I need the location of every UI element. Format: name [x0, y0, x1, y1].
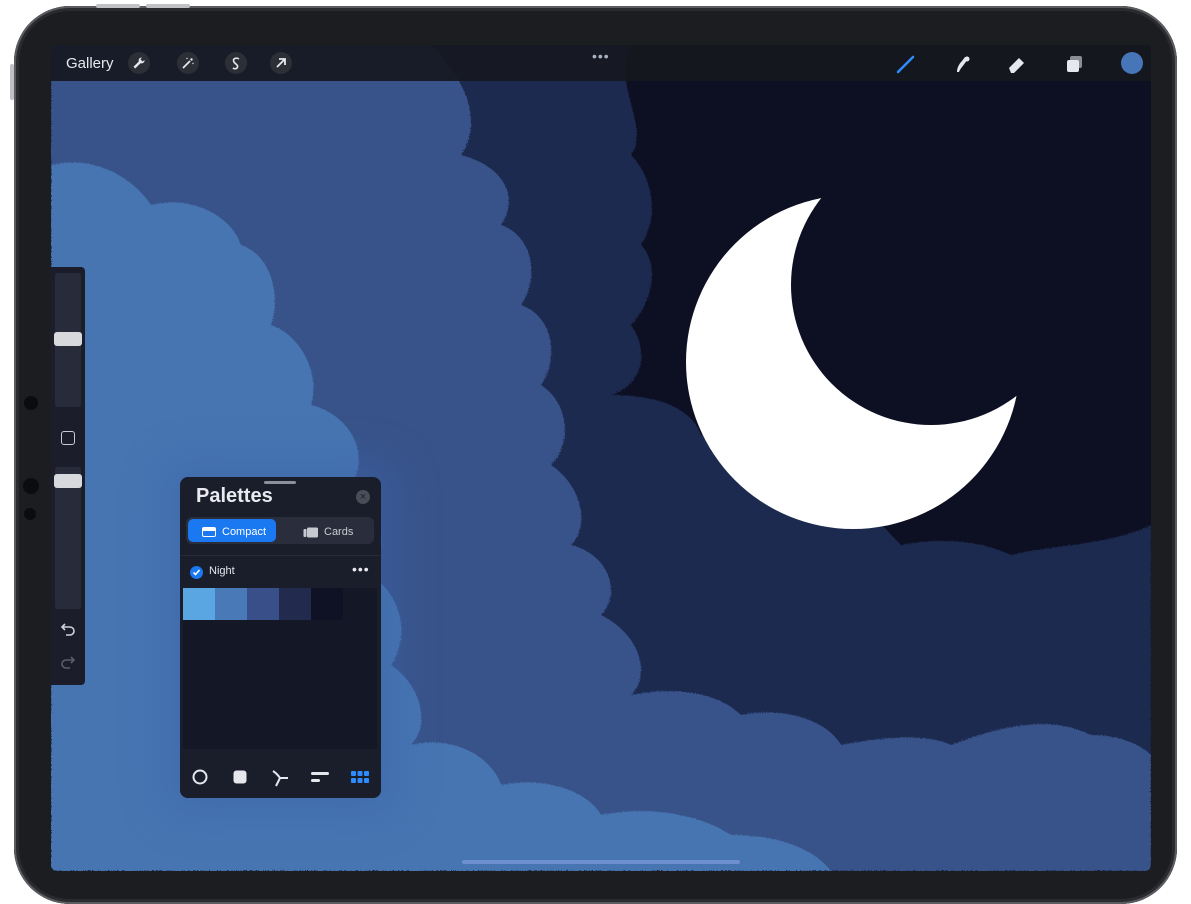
- color-button[interactable]: [1121, 52, 1143, 74]
- camera-dot: [24, 396, 38, 410]
- layers-icon[interactable]: [1063, 52, 1087, 76]
- compact-icon: [202, 527, 216, 537]
- color-mode-tabs: [180, 753, 381, 798]
- more-dots-icon[interactable]: •••: [592, 48, 610, 64]
- redo-icon[interactable]: [60, 655, 76, 669]
- volume-button: [146, 4, 190, 8]
- undo-icon[interactable]: [60, 622, 76, 636]
- harmony-icon[interactable]: [271, 769, 289, 787]
- eraser-icon[interactable]: [1005, 52, 1029, 76]
- top-toolbar: Gallery •••: [51, 45, 1151, 81]
- palette-more-icon[interactable]: •••: [352, 561, 370, 577]
- tab-cards[interactable]: Cards: [278, 519, 372, 542]
- modify-button[interactable]: [61, 431, 75, 445]
- selection-icon: [232, 57, 240, 70]
- swatch[interactable]: [247, 588, 279, 620]
- palette-name: Night: [209, 565, 235, 577]
- tab-cards-label: Cards: [324, 526, 354, 538]
- divider: [180, 555, 381, 556]
- volume-button: [96, 4, 140, 8]
- swatch[interactable]: [183, 588, 215, 620]
- cards-icon: [303, 527, 318, 538]
- swatch[interactable]: [215, 588, 247, 620]
- power-button: [10, 64, 14, 100]
- brush-size-thumb[interactable]: [54, 332, 82, 346]
- swatch[interactable]: [311, 588, 343, 620]
- camera-dot: [23, 478, 39, 494]
- opacity-thumb[interactable]: [54, 474, 82, 488]
- smudge-icon[interactable]: [950, 52, 974, 76]
- home-indicator[interactable]: [462, 860, 740, 864]
- tab-compact[interactable]: Compact: [188, 519, 276, 542]
- swatch[interactable]: [279, 588, 311, 620]
- default-check-icon[interactable]: [190, 566, 203, 579]
- transform-button[interactable]: [270, 52, 292, 74]
- swatch-grid: [183, 588, 377, 749]
- panel-title: Palettes: [196, 485, 273, 507]
- opacity-slider[interactable]: [55, 467, 81, 609]
- magic-wand-icon: [182, 57, 194, 69]
- palettes-panel: Palettes × Compact Cards Night •••: [180, 477, 381, 798]
- brush-icon[interactable]: [894, 52, 918, 76]
- wrench-icon: [133, 57, 145, 69]
- gallery-button[interactable]: Gallery: [66, 55, 114, 72]
- adjustments-button[interactable]: [177, 52, 199, 74]
- sidebar: [51, 267, 85, 685]
- actions-button[interactable]: [128, 52, 150, 74]
- transform-arrow-icon: [276, 58, 286, 68]
- view-mode-segment: Compact Cards: [186, 517, 374, 544]
- value-icon[interactable]: [310, 769, 330, 785]
- disc-icon[interactable]: [192, 769, 208, 785]
- tab-compact-label: Compact: [222, 526, 267, 538]
- classic-icon[interactable]: [232, 769, 248, 785]
- selection-button[interactable]: [225, 52, 247, 74]
- close-icon[interactable]: ×: [356, 490, 370, 504]
- drag-handle[interactable]: [264, 481, 296, 484]
- palettes-icon[interactable]: [350, 769, 370, 785]
- camera-dot: [24, 508, 36, 520]
- procreate-screen: Gallery ••• Palettes × Compact Cards Nig…: [51, 45, 1151, 871]
